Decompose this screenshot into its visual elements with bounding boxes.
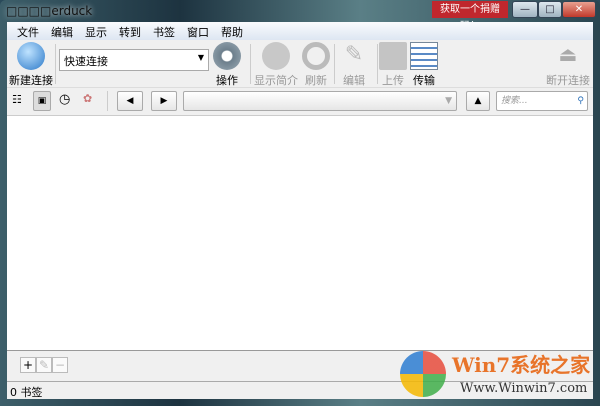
search-input[interactable]: 搜索... ⚲ [496, 91, 588, 111]
edit-label: 编辑 [343, 74, 365, 87]
separator [377, 44, 378, 84]
info-label: 显示简介 [254, 74, 298, 87]
edit-bookmark-button[interactable]: ✎ [36, 357, 52, 373]
menu-edit[interactable]: 编辑 [45, 22, 79, 40]
windows-logo-icon [400, 351, 446, 397]
edit-button[interactable]: ✎ 编辑 [337, 42, 371, 88]
refresh-label: 刷新 [305, 74, 327, 87]
separator [250, 44, 251, 84]
watermark-brand: Win7系统之家 [452, 353, 591, 377]
back-button[interactable]: ◀ [117, 91, 143, 111]
info-icon [262, 42, 290, 70]
chevron-down-icon: ▼ [197, 53, 204, 62]
upload-button[interactable]: 上传 [379, 42, 407, 88]
navigation-bar: ☷ ▣ ◷ ✿ ◀ ▶ ▼ ▲ 搜索... ⚲ [7, 88, 593, 114]
menu-bookmarks[interactable]: 书签 [147, 22, 181, 40]
window-title: □□□□erduck [6, 4, 93, 18]
refresh-icon [302, 42, 330, 70]
menu-file[interactable]: 文件 [11, 22, 45, 40]
parent-directory-button[interactable]: ▲ [466, 91, 490, 111]
disconnect-label: 断开连接 [546, 74, 590, 87]
transfers-list-icon [410, 42, 438, 70]
gear-icon [213, 42, 241, 70]
separator [107, 91, 108, 111]
remove-bookmark-button[interactable]: − [52, 357, 68, 373]
path-select[interactable]: ▼ [183, 91, 457, 111]
outline-view-icon[interactable]: ☷ [12, 93, 22, 106]
new-connection-button[interactable]: 新建连接 [9, 42, 53, 88]
search-placeholder: 搜索... [501, 96, 528, 106]
menu-bar: 文件 编辑 显示 转到 书签 窗口 帮助 [7, 22, 593, 40]
globe-icon [17, 42, 45, 70]
refresh-button[interactable]: 刷新 [301, 42, 331, 88]
history-clock-icon[interactable]: ◷ [59, 92, 70, 107]
separator [334, 44, 335, 84]
transfers-button[interactable]: 传输 [409, 42, 439, 88]
new-connection-label: 新建连接 [9, 74, 53, 87]
menu-go[interactable]: 转到 [113, 22, 147, 40]
folder-icon [379, 42, 407, 70]
donation-promo-button[interactable]: 获取一个捐赠码！ [432, 1, 508, 32]
pencil-icon: ✎ [344, 42, 364, 67]
separator [55, 44, 56, 84]
maximize-button[interactable]: □ [538, 1, 562, 18]
action-label: 操作 [216, 74, 238, 87]
search-icon: ⚲ [577, 96, 584, 106]
quick-connect-value: 快速连接 [64, 55, 108, 68]
forward-button[interactable]: ▶ [151, 91, 177, 111]
watermark-url: Www.Winwin7.com [460, 381, 588, 396]
info-button[interactable]: 显示简介 [253, 42, 299, 88]
app-client: 文件 编辑 显示 转到 书签 窗口 帮助 新建连接 快速连接 ▼ 操作 显示简介 … [7, 22, 593, 399]
menu-window[interactable]: 窗口 [181, 22, 215, 40]
add-bookmark-button[interactable]: + [20, 357, 36, 373]
upload-label: 上传 [382, 74, 404, 87]
close-button[interactable]: ✕ [562, 1, 596, 18]
eject-icon: ⏏ [558, 42, 578, 66]
toolbar: 新建连接 快速连接 ▼ 操作 显示简介 刷新 ✎ 编辑 上传 传输 ⏏ 断开连接 [7, 40, 593, 88]
watermark: Win7系统之家 Www.Winwin7.com [400, 345, 595, 403]
bookmark-list[interactable] [7, 115, 593, 351]
menu-help[interactable]: 帮助 [215, 22, 249, 40]
action-button[interactable]: 操作 [209, 42, 245, 88]
quick-connect-combo[interactable]: 快速连接 ▼ [59, 49, 209, 71]
menu-view[interactable]: 显示 [79, 22, 113, 40]
transfers-label: 传输 [413, 74, 435, 87]
bonjour-icon[interactable]: ✿ [83, 92, 92, 105]
minimize-button[interactable]: — [512, 1, 538, 18]
bookmarks-view-icon[interactable]: ▣ [33, 91, 51, 111]
disconnect-button[interactable]: ⏏ 断开连接 [543, 42, 593, 88]
